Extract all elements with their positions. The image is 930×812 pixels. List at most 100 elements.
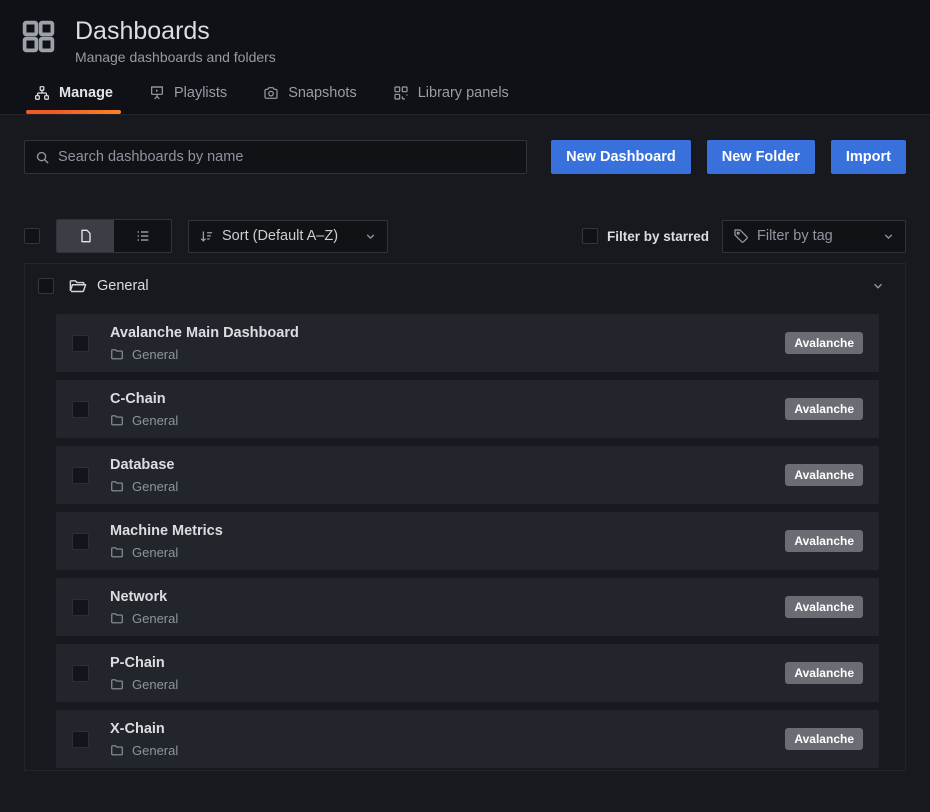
- starred-checkbox[interactable]: [582, 228, 598, 244]
- dashboard-row[interactable]: P-Chain General Avalanche: [56, 644, 879, 702]
- search-input[interactable]: [58, 149, 516, 165]
- page-title: Dashboards: [75, 16, 276, 46]
- tag-icon: [733, 228, 749, 244]
- dashboard-title[interactable]: Network: [110, 589, 178, 605]
- chevron-down-icon: [364, 230, 377, 243]
- dashboard-tag[interactable]: Avalanche: [785, 728, 863, 750]
- row-checkbox[interactable]: [72, 467, 89, 484]
- folder-icon: [110, 677, 124, 691]
- folder-section-header[interactable]: General: [25, 264, 905, 308]
- dashboard-title[interactable]: X-Chain: [110, 721, 178, 737]
- dashboard-row[interactable]: Database General Avalanche: [56, 446, 879, 504]
- row-checkbox[interactable]: [72, 731, 89, 748]
- file-icon: [78, 228, 94, 244]
- chevron-down-icon[interactable]: [871, 279, 885, 293]
- apps-grid-icon: [20, 18, 57, 55]
- content-area: New Dashboard New Folder Import: [0, 115, 930, 771]
- sort-dropdown[interactable]: Sort (Default A–Z): [188, 220, 388, 253]
- list-icon: [135, 228, 151, 244]
- tab-bar: Manage Playlists Snapshots: [0, 75, 930, 115]
- folder-icon: [110, 545, 124, 559]
- dashboard-tag[interactable]: Avalanche: [785, 332, 863, 354]
- dashboard-folder-label: General: [132, 743, 178, 758]
- search-row: New Dashboard New Folder Import: [24, 140, 906, 174]
- import-button[interactable]: Import: [831, 140, 906, 174]
- dashboard-info: Avalanche Main Dashboard General: [110, 325, 299, 362]
- tab-playlists[interactable]: Playlists: [147, 75, 229, 114]
- dashboard-list: Avalanche Main Dashboard General Avalanc…: [25, 308, 905, 768]
- list-view-button[interactable]: [114, 220, 171, 252]
- tag-filter-value: Filter by tag: [757, 228, 833, 244]
- page-subtitle: Manage dashboards and folders: [75, 49, 276, 65]
- row-checkbox[interactable]: [72, 401, 89, 418]
- row-checkbox[interactable]: [72, 599, 89, 616]
- tab-label: Manage: [59, 85, 113, 101]
- folder-icon: [110, 347, 124, 361]
- dashboard-folder: General: [110, 545, 223, 560]
- sort-icon: [199, 229, 214, 244]
- search-icon: [35, 150, 50, 165]
- row-checkbox[interactable]: [72, 533, 89, 550]
- dashboard-folder-label: General: [132, 611, 178, 626]
- folder-open-icon: [68, 277, 87, 296]
- dashboard-title[interactable]: Avalanche Main Dashboard: [110, 325, 299, 341]
- dashboard-info: Machine Metrics General: [110, 523, 223, 560]
- dashboard-row[interactable]: Avalanche Main Dashboard General Avalanc…: [56, 314, 879, 372]
- row-checkbox[interactable]: [72, 665, 89, 682]
- folder-icon: [110, 743, 124, 757]
- tab-library-panels[interactable]: Library panels: [391, 75, 511, 114]
- select-all-checkbox[interactable]: [24, 228, 40, 244]
- dashboard-row[interactable]: C-Chain General Avalanche: [56, 380, 879, 438]
- tab-snapshots[interactable]: Snapshots: [261, 75, 359, 114]
- folder-view-button[interactable]: [57, 220, 114, 252]
- dashboard-folder: General: [110, 677, 178, 692]
- dashboard-folder: General: [110, 479, 178, 494]
- dashboard-list-container: General Avalanche Main Dashboard General…: [24, 263, 906, 771]
- tab-manage[interactable]: Manage: [32, 75, 115, 114]
- dashboard-row[interactable]: Machine Metrics General Avalanche: [56, 512, 879, 570]
- dashboard-tag[interactable]: Avalanche: [785, 464, 863, 486]
- sort-value: Sort (Default A–Z): [222, 228, 338, 244]
- folder-icon: [110, 413, 124, 427]
- dashboard-tag[interactable]: Avalanche: [785, 596, 863, 618]
- dashboard-row[interactable]: Network General Avalanche: [56, 578, 879, 636]
- filter-by-starred[interactable]: Filter by starred: [582, 228, 709, 244]
- dashboard-folder-label: General: [132, 677, 178, 692]
- presentation-icon: [149, 85, 165, 101]
- dashboard-folder: General: [110, 413, 178, 428]
- dashboard-tag[interactable]: Avalanche: [785, 398, 863, 420]
- dashboard-row[interactable]: X-Chain General Avalanche: [56, 710, 879, 768]
- dashboard-title[interactable]: Machine Metrics: [110, 523, 223, 539]
- dashboard-info: Database General: [110, 457, 178, 494]
- chevron-down-icon: [882, 230, 895, 243]
- library-panels-icon: [393, 85, 409, 101]
- view-toggle: [56, 219, 172, 253]
- tab-label: Snapshots: [288, 85, 357, 101]
- page-header: Dashboards Manage dashboards and folders: [0, 0, 930, 75]
- folder-checkbox[interactable]: [38, 278, 54, 294]
- sitemap-icon: [34, 85, 50, 101]
- dashboard-folder-label: General: [132, 347, 178, 362]
- starred-label: Filter by starred: [607, 229, 709, 244]
- dashboard-title[interactable]: C-Chain: [110, 391, 178, 407]
- dashboard-title[interactable]: Database: [110, 457, 178, 473]
- dashboard-info: Network General: [110, 589, 178, 626]
- tab-label: Playlists: [174, 85, 227, 101]
- dashboard-tag[interactable]: Avalanche: [785, 662, 863, 684]
- folder-icon: [110, 611, 124, 625]
- dashboard-title[interactable]: P-Chain: [110, 655, 178, 671]
- dashboard-folder-label: General: [132, 479, 178, 494]
- new-folder-button[interactable]: New Folder: [707, 140, 815, 174]
- filter-by-tag-dropdown[interactable]: Filter by tag: [722, 220, 906, 253]
- dashboard-info: P-Chain General: [110, 655, 178, 692]
- row-checkbox[interactable]: [72, 335, 89, 352]
- dashboard-tag[interactable]: Avalanche: [785, 530, 863, 552]
- dashboard-folder: General: [110, 743, 178, 758]
- new-dashboard-button[interactable]: New Dashboard: [551, 140, 691, 174]
- tab-label: Library panels: [418, 85, 509, 101]
- dashboard-folder: General: [110, 347, 299, 362]
- dashboard-folder-label: General: [132, 545, 178, 560]
- folder-icon: [110, 479, 124, 493]
- dashboard-info: X-Chain General: [110, 721, 178, 758]
- search-box: [24, 140, 527, 174]
